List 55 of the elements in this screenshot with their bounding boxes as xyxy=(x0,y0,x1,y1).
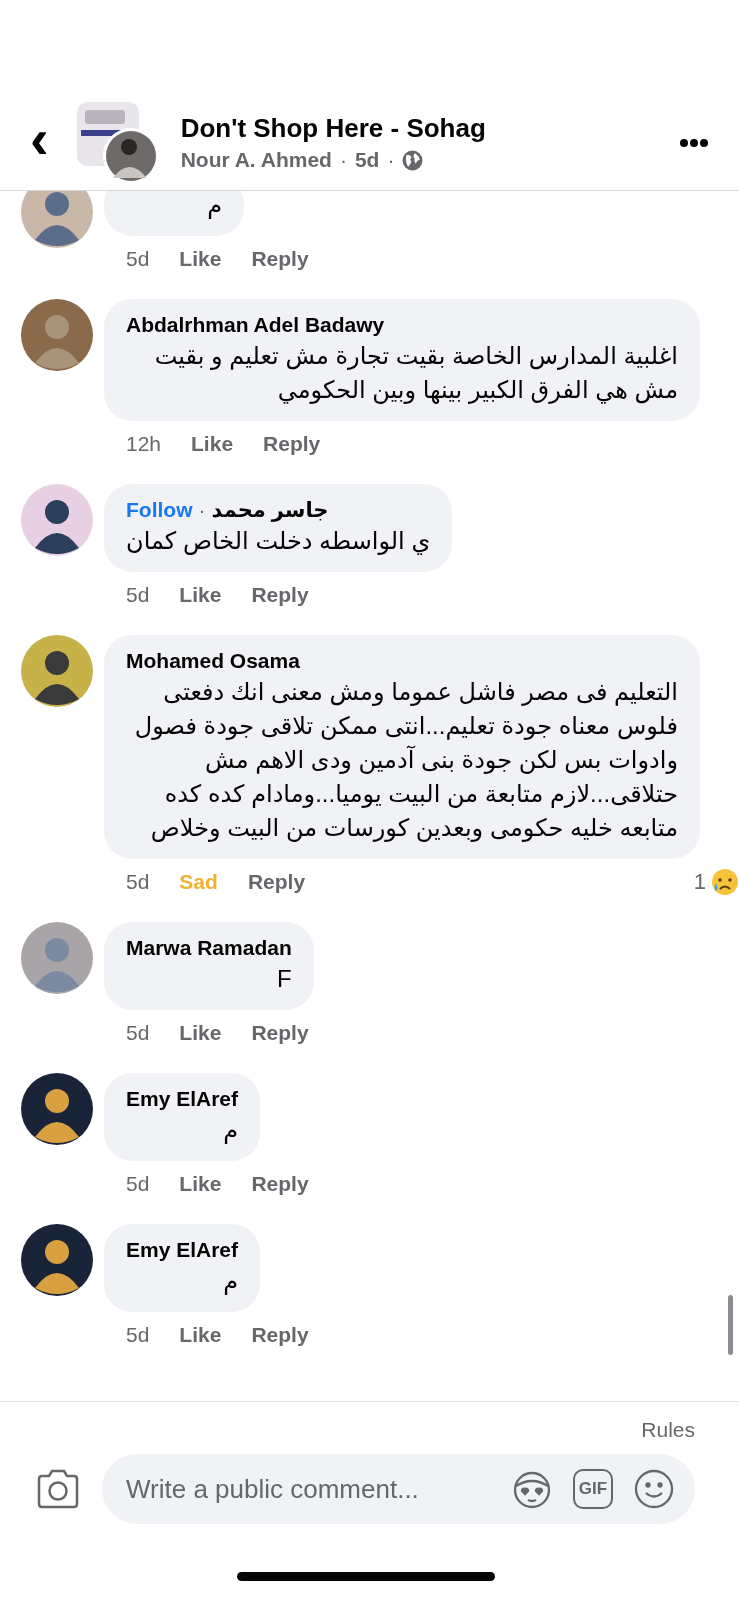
author-name[interactable]: Nour A. Ahmed xyxy=(180,148,332,172)
comment-time: 5d xyxy=(126,1171,150,1197)
camera-icon[interactable] xyxy=(36,1469,80,1509)
scrollbar xyxy=(728,1295,733,1355)
group-title: Don't Shop Here - Sohag xyxy=(180,113,487,144)
comment-text: ي الواسطه دخلت الخاص كمان xyxy=(126,526,431,557)
reply-link[interactable]: Reply xyxy=(247,867,306,897)
emoji-icon[interactable] xyxy=(633,1468,675,1510)
follow-link[interactable]: Follow xyxy=(126,496,193,524)
separator: · xyxy=(387,148,395,172)
comment-time: 5d xyxy=(126,1322,150,1348)
reaction-link[interactable]: Like xyxy=(179,1169,222,1199)
comment-text: التعليم فى مصر فاشل عموما ومش معنى انك دفعتى فلوس معناه جودة تعليم...انتى ممكن تلاقى جودة فصول وادوات بس لكن جودة بنى آدمين ودى الاهم مش حتلاقى...لازم متابعة من البيت يوميا...ومادام كده كده متابعه خليه حكومى وبعدين كورسات من البيت وخلاص xyxy=(133,677,678,844)
reaction-link[interactable]: Like xyxy=(179,244,222,274)
comment-time: 12h xyxy=(126,431,162,457)
comment-time: 5d xyxy=(126,246,150,272)
commenter-name[interactable]: Mohamed Osama xyxy=(126,647,300,675)
crying-face-icon xyxy=(710,868,738,896)
comment-time: 5d xyxy=(126,582,150,608)
post-time: 5d xyxy=(354,148,380,172)
back-button[interactable]: ‹ xyxy=(30,110,49,167)
comment-text: م xyxy=(206,191,222,221)
more-options-icon[interactable] xyxy=(679,137,709,148)
comment-text: م xyxy=(222,1266,239,1297)
comment-text: F xyxy=(276,964,292,994)
avatar[interactable] xyxy=(21,1073,93,1145)
comment-field[interactable]: Write a public comment... GIF xyxy=(102,1454,695,1524)
reply-link[interactable]: Reply xyxy=(251,1018,309,1048)
gif-button[interactable]: GIF xyxy=(573,1469,613,1509)
avatar[interactable] xyxy=(21,1224,93,1296)
reply-link[interactable]: Reply xyxy=(251,1169,309,1199)
rules-link[interactable]: Rules xyxy=(641,1418,695,1442)
globe-icon xyxy=(402,149,424,171)
commenter-name[interactable]: Marwa Ramadan xyxy=(126,934,292,962)
reply-link[interactable]: Reply xyxy=(251,244,309,274)
separator: · xyxy=(198,497,206,523)
commenter-name[interactable]: Emy ElAref xyxy=(126,1236,239,1264)
commenter-name[interactable]: Abdalrhman Adel Badawy xyxy=(126,311,385,339)
reaction-count: 1 xyxy=(693,868,706,896)
reaction-link[interactable]: Like xyxy=(179,1018,222,1048)
reaction-link[interactable]: Like xyxy=(179,580,222,610)
reply-link[interactable]: Reply xyxy=(251,1320,309,1350)
comment-text: م xyxy=(222,1115,239,1146)
reaction-link[interactable]: Like xyxy=(191,429,234,459)
separator: · xyxy=(339,148,347,172)
reply-link[interactable]: Reply xyxy=(251,580,309,610)
comment-time: 5d xyxy=(126,869,150,895)
avatar[interactable] xyxy=(21,635,93,707)
reaction-link[interactable]: Like xyxy=(179,1320,222,1350)
comment-text: اغلبية المدارس الخاصة بقيت تجارة مش تعليم و بقيت مش هي الفرق الكبير بينها وبين الحكومي xyxy=(153,341,678,406)
commenter-name[interactable]: جاسر محمد xyxy=(211,496,329,524)
commenter-name[interactable]: Emy ElAref xyxy=(126,1085,239,1113)
reply-link[interactable]: Reply xyxy=(263,429,321,459)
avatar[interactable] xyxy=(21,484,93,556)
comment-time: 5d xyxy=(126,1020,150,1046)
